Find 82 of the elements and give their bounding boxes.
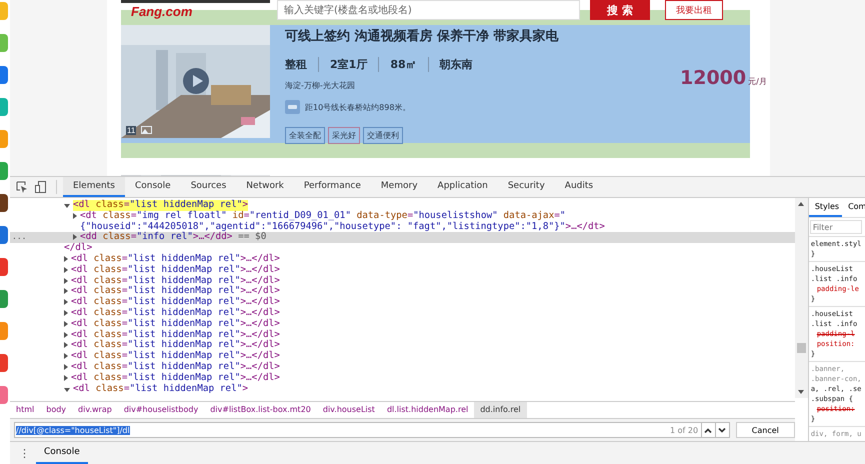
devtools-tab[interactable]: Network <box>236 177 294 197</box>
devtools-tab[interactable]: Security <box>498 177 555 197</box>
device-icon[interactable] <box>35 181 47 193</box>
breadcrumb[interactable]: dl.list.hiddenMap.rel <box>380 402 474 418</box>
listing-spec: 整租 <box>285 57 308 72</box>
listing-location[interactable]: 海淀-万柳-光大花园 <box>285 80 680 91</box>
dom-node[interactable]: <dl class="list hiddenMap rel">…</dl> <box>71 330 280 340</box>
scrollbar-track[interactable] <box>795 198 808 398</box>
breadcrumb[interactable]: body <box>40 402 72 418</box>
dom-node[interactable]: <dl class="list hiddenMap rel">…</dl> <box>71 372 280 384</box>
dom-node[interactable]: <dl class="list hiddenMap rel">…</dl> <box>71 276 280 286</box>
devtools-tab[interactable]: Application <box>428 177 498 197</box>
caret-icon[interactable] <box>64 342 68 348</box>
caret-icon[interactable] <box>64 320 68 327</box>
drawer-tab[interactable]: Console <box>36 442 88 464</box>
scrollbar-thumb[interactable] <box>797 343 806 353</box>
dom-node[interactable]: </dl> <box>64 243 92 254</box>
caret-icon[interactable] <box>73 234 77 240</box>
search-field[interactable]: 输入关键字(楼盘名或地段名) <box>277 0 580 20</box>
image-icon <box>141 126 152 134</box>
dom-node[interactable]: <dd class="info rel">…</dd> == $0 <box>80 232 266 244</box>
breadcrumb[interactable]: dd.info.rel <box>474 402 527 418</box>
filter-field[interactable]: Filter <box>810 220 862 234</box>
selected-row[interactable]: ... <dd class="info rel">…</dd> == $0 <box>10 232 795 244</box>
listing-title[interactable]: 可线上签约 沟通视频看房 保养干净 带家具家电 <box>285 27 680 45</box>
cancel-button[interactable]: Cancel <box>736 422 795 438</box>
breadcrumb[interactable]: div#houselistbody <box>118 402 204 418</box>
dom-node[interactable]: <dl class="list hiddenMap rel"> <box>73 384 248 394</box>
dom-node[interactable]: <dl class="list hiddenMap rel"> <box>73 200 248 211</box>
price-unit: 元/月 <box>748 76 767 87</box>
dom-node[interactable]: <dl class="list hiddenMap rel">…</dl> <box>71 351 280 362</box>
caret-icon[interactable] <box>64 388 70 392</box>
devtools-tab[interactable]: Performance <box>294 177 371 197</box>
photo-count: 11 <box>126 126 136 135</box>
menu-icon[interactable]: ⋮ <box>19 446 30 460</box>
dom-node[interactable]: <dl class="list hiddenMap rel">…</dl> <box>71 308 280 319</box>
site-logo[interactable]: Fang.com <box>131 5 192 18</box>
scroll-down-icon[interactable] <box>798 390 804 394</box>
caret-icon[interactable] <box>73 212 77 219</box>
dom-node[interactable]: <dl class="list hiddenMap rel">…</dl> <box>71 286 280 298</box>
devtools-tab[interactable]: Memory <box>370 177 428 197</box>
more-actions[interactable]: ... <box>12 232 26 244</box>
search-button[interactable]: 搜 索 <box>590 0 650 20</box>
caret-icon[interactable] <box>64 310 68 316</box>
dom-node[interactable]: <dl class="list hiddenMap rel">…</dl> <box>71 297 280 308</box>
previous-match-button[interactable] <box>702 422 716 438</box>
breadcrumb[interactable]: div.wrap <box>72 402 118 418</box>
dom-node[interactable]: <dl class="list hiddenMap rel">…</dl> <box>71 362 280 373</box>
inspect-icon[interactable] <box>16 181 28 193</box>
devtools-tab[interactable]: Console <box>124 177 181 197</box>
caret-icon[interactable] <box>64 299 68 306</box>
scroll-up-icon[interactable] <box>798 202 804 206</box>
listing-tag: 全装全配 <box>285 127 325 144</box>
listing-tag: 采光好 <box>328 127 360 144</box>
subway-icon <box>285 100 300 114</box>
dom-node[interactable]: <dl class="list hiddenMap rel">…</dl> <box>71 264 280 276</box>
listing-price: 12000 <box>680 67 746 89</box>
caret-icon[interactable] <box>64 256 68 262</box>
caret-icon[interactable] <box>64 374 68 381</box>
subway-distance: 距10号线长春桥站约898米。 <box>305 102 410 112</box>
caret-icon[interactable] <box>64 288 68 294</box>
next-match-button[interactable] <box>716 422 730 438</box>
breadcrumb[interactable]: div.houseList <box>316 402 381 418</box>
dom-node[interactable]: <dl class="list hiddenMap rel">…</dl> <box>71 318 280 330</box>
listing-tag: 交通便利 <box>363 127 403 144</box>
caret-icon[interactable] <box>64 278 68 284</box>
devtools-tab[interactable]: Audits <box>554 177 604 197</box>
caret-icon[interactable] <box>64 353 68 360</box>
dom-node[interactable]: <dl class="list hiddenMap rel">…</dl> <box>71 254 280 265</box>
devtools-tab[interactable]: Elements <box>63 177 125 197</box>
breadcrumb[interactable]: html <box>10 402 40 418</box>
find-field[interactable]: //div[@class="houseList"]/dl 1 of 20 <box>14 422 702 438</box>
dom-node[interactable]: <dl class="list hiddenMap rel">…</dl> <box>71 340 280 352</box>
caret-icon[interactable] <box>64 332 68 338</box>
devtools-tab[interactable]: Sources <box>180 177 236 197</box>
breadcrumb[interactable]: div#listBox.list-box.mt20 <box>204 402 317 418</box>
dom-node[interactable]: <dt class="img rel floatl" id="rentid_D09_01_01" data-type="houselistshow" data-ajax="{"houseid":"444205018","agentid":"166679496","housetype": "fagt","listingtype":"1,8"}">…</dt> <box>80 210 795 232</box>
play-icon[interactable] <box>183 68 209 94</box>
caret-icon[interactable] <box>64 266 68 273</box>
rent-button[interactable]: 我要出租 <box>665 0 723 20</box>
styles-tab[interactable]: Styles <box>808 198 842 217</box>
caret-icon[interactable] <box>64 364 68 370</box>
